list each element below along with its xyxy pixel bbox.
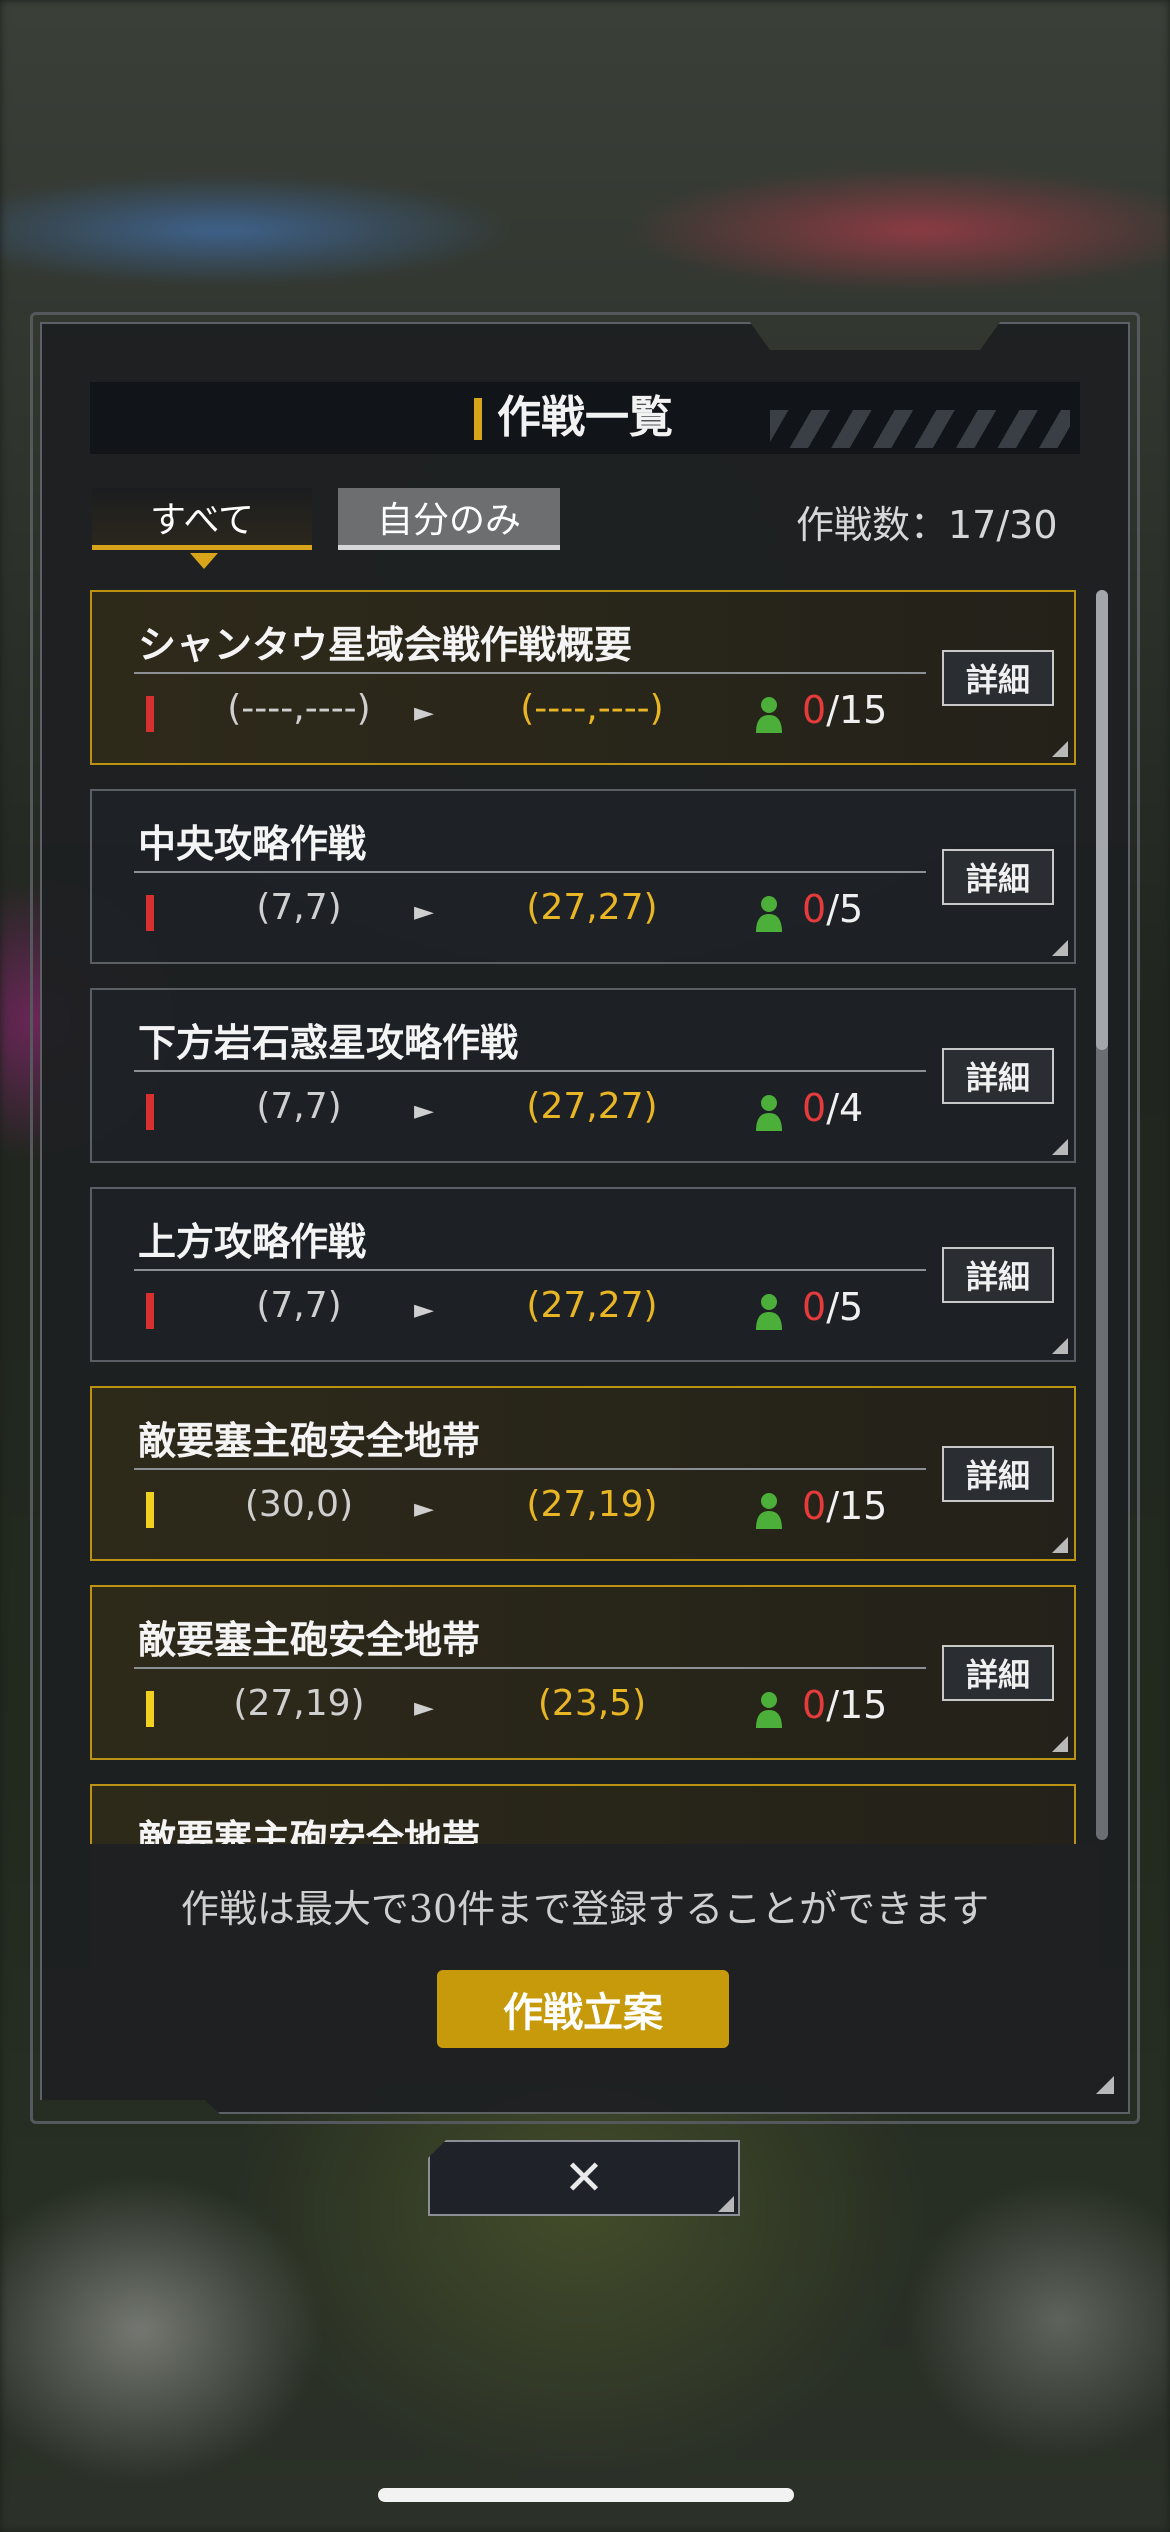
operation-card[interactable]: 上方攻略作戦 (7,7) ► (27,27) 0/5 詳細 (90, 1187, 1076, 1362)
tab-selected-pointer-icon (190, 553, 218, 569)
operation-title: 敵要塞主砲安全地帯 (138, 1618, 481, 1662)
card-divider (134, 1667, 926, 1669)
status-marker (146, 1094, 154, 1130)
close-corner-icon (718, 2196, 734, 2212)
create-operation-button[interactable]: 作戦立案 (437, 1970, 729, 2048)
member-capacity: /15 (826, 1683, 888, 1727)
status-marker (146, 1492, 154, 1528)
operation-title: 上方攻略作戦 (138, 1220, 367, 1264)
header-accent-bar (474, 398, 482, 440)
arrow-right-icon: ► (414, 1494, 434, 1524)
person-icon (756, 697, 782, 733)
arrow-right-icon: ► (414, 698, 434, 728)
close-icon: ✕ (563, 2150, 605, 2206)
member-current: 0 (802, 1683, 827, 1727)
home-indicator[interactable] (378, 2488, 794, 2502)
member-current: 0 (802, 1484, 827, 1528)
operation-title: 下方岩石惑星攻略作戦 (138, 1021, 519, 1065)
person-icon (756, 1095, 782, 1131)
person-icon (756, 896, 782, 932)
registration-notice: 作戦は最大で30件まで登録することができます (180, 1887, 990, 1931)
card-divider (134, 672, 926, 674)
start-coordinate: (7,7) (256, 1086, 342, 1127)
member-count: 0/15 (802, 1484, 887, 1528)
arrow-right-icon: ► (414, 897, 434, 927)
card-divider (134, 1468, 926, 1470)
member-count: 0/4 (802, 1086, 863, 1130)
operation-card[interactable]: 下方岩石惑星攻略作戦 (7,7) ► (27,27) 0/4 詳細 (90, 988, 1076, 1163)
operation-card[interactable]: 敵要塞主砲安全地帯 (30,0) ► (27,19) 0/15 詳細 (90, 1386, 1076, 1561)
operation-card[interactable]: 敵要塞主砲安全地帯 (27,19) ► (23,5) 0/15 詳細 (90, 1585, 1076, 1760)
operation-count: 作戦数：17/30 (796, 503, 1058, 547)
member-capacity: /5 (826, 887, 864, 931)
status-marker (146, 1293, 154, 1329)
operation-title: 中央攻略作戦 (138, 822, 367, 866)
target-coordinate: (27,27) (526, 887, 658, 928)
detail-button[interactable]: 詳細 (942, 650, 1054, 706)
card-corner-icon (1052, 741, 1068, 757)
member-count: 0/5 (802, 1285, 863, 1329)
target-coordinate: (23,5) (537, 1683, 647, 1724)
start-coordinate: (30,0) (244, 1484, 354, 1525)
arrow-right-icon: ► (414, 1295, 434, 1325)
detail-button[interactable]: 詳細 (942, 1645, 1054, 1701)
operation-card[interactable]: シャンタウ星域会戦作戦概要 (----,----) ► (----,----) 0/15… (90, 590, 1076, 765)
detail-button[interactable]: 詳細 (942, 1048, 1054, 1104)
member-capacity: /15 (826, 1484, 888, 1528)
operation-title: 敵要塞主砲安全地帯 (138, 1419, 481, 1463)
target-coordinate: (----,----) (520, 688, 664, 729)
member-current: 0 (802, 688, 827, 732)
detail-button[interactable]: 詳細 (942, 1247, 1054, 1303)
operation-title: 敵要塞主砲安全地帯 (138, 1817, 481, 1844)
operation-title: シャンタウ星域会戦作戦概要 (138, 623, 633, 667)
tab-mine-only[interactable]: 自分のみ (338, 488, 560, 550)
operation-card[interactable]: 中央攻略作戦 (7,7) ► (27,27) 0/5 詳細 (90, 789, 1076, 964)
header-stripes (770, 410, 1070, 448)
start-coordinate: (27,19) (233, 1683, 365, 1724)
card-divider (134, 1269, 926, 1271)
arrow-right-icon: ► (414, 1096, 434, 1126)
scrollbar-thumb[interactable] (1096, 590, 1108, 1050)
operation-card[interactable]: 敵要塞主砲安全地帯 (90, 1784, 1076, 1844)
status-marker (146, 1691, 154, 1727)
person-icon (756, 1294, 782, 1330)
target-coordinate: (27,27) (526, 1086, 658, 1127)
card-corner-icon (1052, 1537, 1068, 1553)
member-capacity: /5 (826, 1285, 864, 1329)
member-count: 0/15 (802, 1683, 887, 1727)
person-icon (756, 1493, 782, 1529)
target-coordinate: (27,19) (526, 1484, 658, 1525)
status-marker (146, 696, 154, 732)
operation-list[interactable]: シャンタウ星域会戦作戦概要 (----,----) ► (----,----) 0/15… (90, 590, 1080, 1844)
start-coordinate: (7,7) (256, 887, 342, 928)
dialog-title: 作戦一覧 (497, 392, 673, 443)
status-marker (146, 895, 154, 931)
close-button[interactable]: ✕ (428, 2140, 740, 2216)
member-count: 0/15 (802, 688, 887, 732)
card-corner-icon (1052, 1338, 1068, 1354)
card-corner-icon (1052, 940, 1068, 956)
member-current: 0 (802, 1086, 827, 1130)
member-capacity: /4 (826, 1086, 864, 1130)
start-coordinate: (----,----) (227, 688, 371, 729)
member-capacity: /15 (826, 688, 888, 732)
card-corner-icon (1052, 1736, 1068, 1752)
detail-button[interactable]: 詳細 (942, 1446, 1054, 1502)
card-corner-icon (1052, 1139, 1068, 1155)
target-coordinate: (27,27) (526, 1285, 658, 1326)
dialog-corner-icon (1096, 2076, 1114, 2094)
member-count: 0/5 (802, 887, 863, 931)
member-current: 0 (802, 887, 827, 931)
member-current: 0 (802, 1285, 827, 1329)
person-icon (756, 1692, 782, 1728)
card-divider (134, 871, 926, 873)
arrow-right-icon: ► (414, 1693, 434, 1723)
card-divider (134, 1070, 926, 1072)
tab-all[interactable]: すべて (92, 488, 312, 550)
start-coordinate: (7,7) (256, 1285, 342, 1326)
detail-button[interactable]: 詳細 (942, 849, 1054, 905)
